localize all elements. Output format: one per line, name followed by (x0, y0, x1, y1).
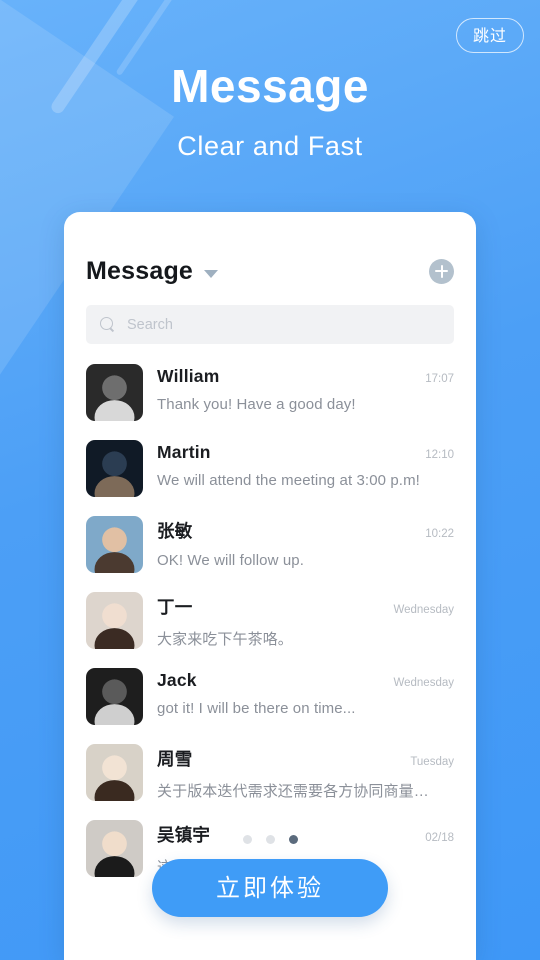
card-title: Message (86, 256, 194, 285)
onboarding-screen: 跳过 Message Clear and Fast Message Willia… (0, 0, 540, 960)
conversation-preview: We will attend the meeting at 3:00 p.m! (157, 472, 420, 489)
conversation-row[interactable]: 丁一 Wednesday 大家来吃下午茶咯。 (86, 582, 454, 658)
conversation-preview: 关于版本迭代需求还需要各方协同商量… (157, 783, 429, 800)
conversation-body: 张敏 10:22 OK! We will follow up. (157, 516, 454, 569)
pagination-dots (0, 835, 540, 844)
pagination-dot[interactable] (242, 835, 252, 844)
avatar (86, 364, 143, 421)
conversation-timestamp: 12:10 (425, 449, 454, 461)
conversation-name: 周雪 (157, 749, 193, 769)
conversation-timestamp: Tuesday (410, 756, 454, 768)
avatar (86, 668, 143, 725)
conversation-header: Jack Wednesday (157, 670, 454, 691)
cta-button[interactable]: 立即体验 (152, 859, 388, 917)
conversation-header: Martin 12:10 (157, 442, 454, 463)
conversation-preview: got it! I will be there on time... (157, 700, 356, 717)
conversation-name: Jack (157, 670, 197, 690)
pagination-dot[interactable] (288, 835, 298, 844)
conversation-name: William (157, 366, 220, 386)
conversation-body: William 17:07 Thank you! Have a good day! (157, 364, 454, 413)
avatar (86, 744, 143, 801)
hero-title: Message (171, 60, 369, 112)
conversation-header: 周雪 Tuesday (157, 746, 454, 771)
search-icon (100, 317, 115, 332)
search-input[interactable] (127, 316, 440, 333)
conversation-row[interactable]: 张敏 10:22 OK! We will follow up. (86, 506, 454, 582)
conversation-name: Martin (157, 442, 211, 462)
conversation-header: 张敏 10:22 (157, 518, 454, 543)
pagination-dot[interactable] (265, 835, 275, 844)
conversation-row[interactable]: Martin 12:10 We will attend the meeting at… (86, 430, 454, 506)
skip-button[interactable]: 跳过 (456, 18, 524, 53)
hero-subtitle: Clear and Fast (177, 131, 363, 161)
conversation-preview: Thank you! Have a good day! (157, 396, 356, 413)
avatar (86, 516, 143, 573)
avatar (86, 820, 143, 877)
conversation-preview: 大家来吃下午茶咯。 (157, 631, 293, 648)
conversation-timestamp: Wednesday (393, 677, 454, 689)
conversation-body: Martin 12:10 We will attend the meeting at… (157, 440, 454, 489)
conversation-list: William 17:07 Thank you! Have a good day! M… (64, 354, 476, 886)
conversation-body: 丁一 Wednesday 大家来吃下午茶咯。 (157, 592, 454, 649)
conversation-timestamp: 17:07 (425, 373, 454, 385)
conversation-name: 丁一 (157, 597, 193, 617)
conversation-timestamp: Wednesday (393, 604, 454, 616)
search-bar[interactable] (86, 305, 454, 344)
conversation-row[interactable]: 周雪 Tuesday 关于版本迭代需求还需要各方协同商量… (86, 734, 454, 810)
conversation-body: 周雪 Tuesday 关于版本迭代需求还需要各方协同商量… (157, 744, 454, 801)
conversation-header: William 17:07 (157, 366, 454, 387)
conversation-name: 张敏 (157, 521, 193, 541)
conversation-header: 丁一 Wednesday (157, 594, 454, 619)
chevron-down-icon[interactable] (204, 269, 219, 278)
conversation-row[interactable]: William 17:07 Thank you! Have a good day! (86, 354, 454, 430)
conversation-timestamp: 10:22 (425, 528, 454, 540)
card-header: Message (64, 212, 476, 290)
avatar (86, 592, 143, 649)
conversation-preview: OK! We will follow up. (157, 552, 304, 569)
avatar (86, 440, 143, 497)
message-preview-card: Message William 17:07 Thank you! Have a go… (64, 212, 476, 960)
conversation-body: Jack Wednesday got it! I will be there on … (157, 668, 454, 717)
conversation-row[interactable]: Jack Wednesday got it! I will be there on … (86, 658, 454, 734)
hero-section: Message Clear and Fast (0, 57, 540, 164)
plus-circle-icon[interactable] (429, 258, 454, 284)
